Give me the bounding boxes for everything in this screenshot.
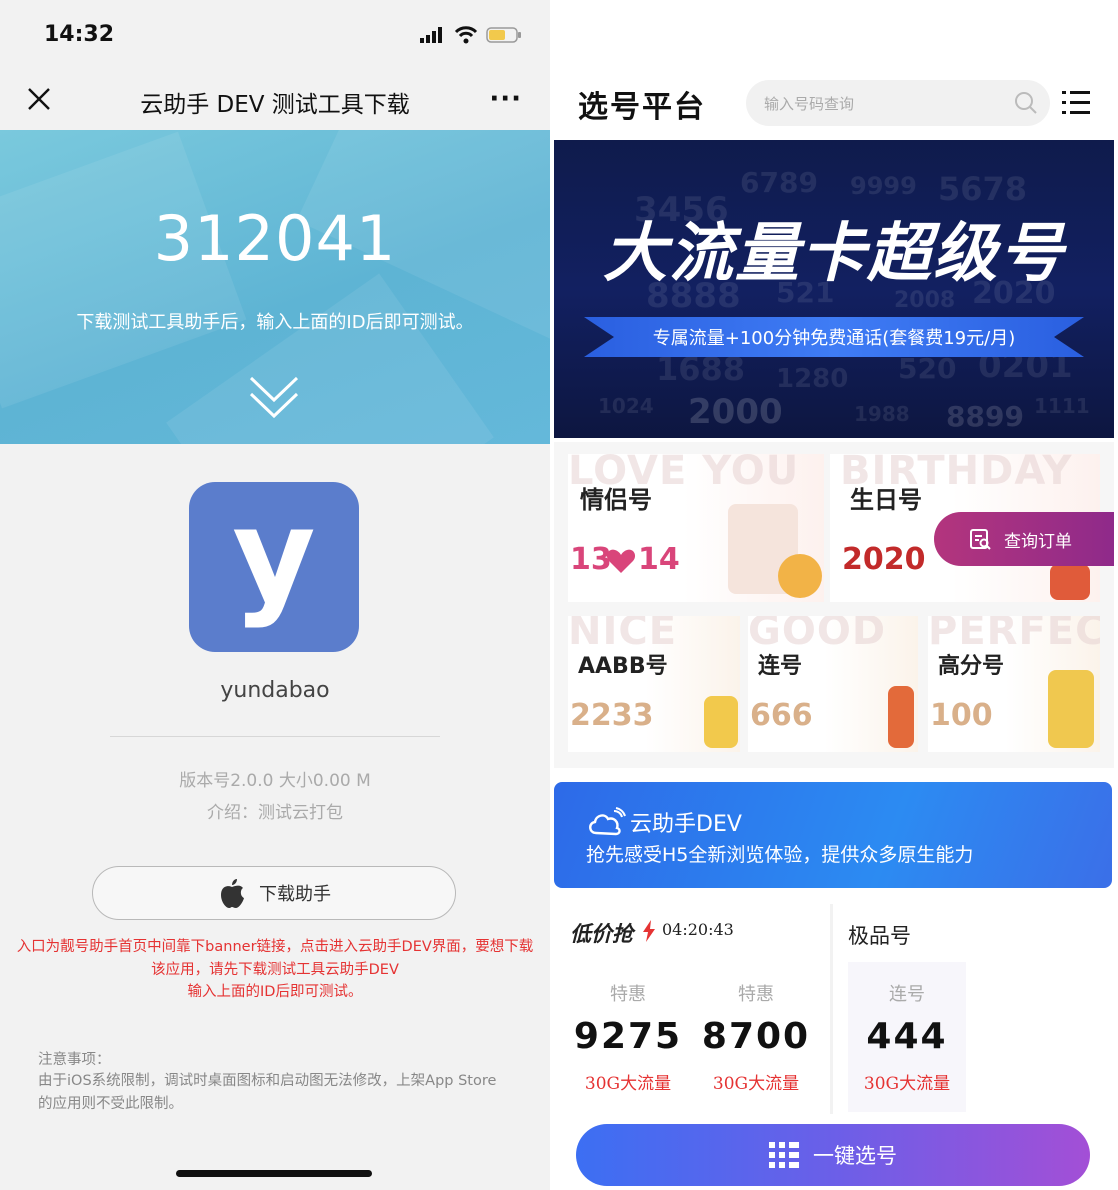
- card-illustration: [1050, 564, 1090, 600]
- apple-icon: [221, 879, 244, 908]
- card-illustration: [704, 696, 738, 748]
- notice-title: 注意事项：: [38, 1052, 111, 1068]
- banner-bg-number: 1024: [598, 394, 654, 418]
- promo-banner[interactable]: 6789 9999 5678 3456 8888 521 2008 2020 1…: [554, 140, 1114, 438]
- page-title: 云助手 DEV 测试工具下载: [140, 92, 410, 118]
- banner-bg-number: 2000: [688, 392, 783, 432]
- low-price-title: 低价抢: [570, 922, 633, 946]
- app-icon: y: [189, 482, 359, 652]
- deal-tag: 特惠: [610, 984, 646, 1005]
- deals-section: 低价抢 04:20:43 特惠 9275 30G大流量 特惠 8700 30G大…: [554, 900, 1114, 1120]
- entry-instructions-line: 入口为靓号助手首页中间靠下banner链接，点击进入云助手DEV界面，要想下载: [16, 939, 534, 955]
- card-title: AABB号: [578, 654, 668, 679]
- promo-subtitle: 抢先感受H5全新浏览体验，提供众多原生能力: [586, 844, 974, 866]
- banner-bg-number: 8899: [946, 400, 1024, 433]
- divider: [110, 736, 440, 737]
- entry-instructions: 入口为靓号助手首页中间靠下banner链接，点击进入云助手DEV界面，要想下载 …: [0, 936, 550, 1004]
- card-title: 情侣号: [580, 486, 652, 514]
- one-click-select-button[interactable]: 一键选号: [576, 1124, 1090, 1186]
- order-icon: [970, 529, 991, 550]
- deal-tag: 特惠: [738, 984, 774, 1005]
- card-illustration: [1048, 670, 1094, 748]
- banner-bg-number: 6789: [740, 166, 818, 199]
- more-icon[interactable]: ···: [489, 84, 522, 114]
- app-name: yundabao: [220, 678, 330, 703]
- banner-bg-number: 1111: [1034, 394, 1090, 418]
- menu-icon[interactable]: [1062, 88, 1090, 118]
- search-input[interactable]: 输入号码查询: [746, 80, 1050, 126]
- screenshot-composite: 14:32 云助手 DEV 测试工具下载 ··· 312041 下载测试工具助手…: [0, 0, 1118, 1190]
- signal-icon: [420, 27, 442, 43]
- hero-banner: 312041 下载测试工具助手后，输入上面的ID后即可测试。: [0, 130, 550, 444]
- search-icon[interactable]: [1014, 91, 1038, 115]
- deal-note: 30G大流量: [863, 1074, 951, 1094]
- yunzhushou-banner[interactable]: 云助手DEV 抢先感受H5全新浏览体验，提供众多原生能力: [554, 782, 1112, 888]
- card-value: 2233: [570, 698, 654, 733]
- home-indicator: [176, 1170, 372, 1177]
- deal-number: 444: [866, 1016, 948, 1057]
- deal-note: 30G大流量: [712, 1074, 800, 1094]
- category-card-aabb[interactable]: NICE AABB号 2233: [568, 616, 740, 752]
- status-icons: [420, 26, 522, 44]
- card-illustration: [778, 554, 822, 598]
- hero-hint: 下载测试工具助手后，输入上面的ID后即可测试。: [76, 312, 474, 333]
- banner-title: 大流量卡超级号: [603, 217, 1065, 291]
- entry-instructions-line: 输入上面的ID后即可测试。: [187, 984, 363, 1000]
- card-title: 连号: [758, 654, 803, 679]
- wifi-icon: [454, 26, 478, 44]
- number-select-page: 选号平台 输入号码查询 6789 9999 5678 3456 8888 521…: [554, 0, 1114, 1190]
- cloud-icon: [589, 807, 626, 836]
- category-card-consecutive[interactable]: GOOD 连号 666: [748, 616, 918, 752]
- search-placeholder: 输入号码查询: [764, 95, 855, 113]
- query-order-label: 查询订单: [1004, 531, 1072, 552]
- one-click-select-label: 一键选号: [813, 1144, 897, 1168]
- promo-brand-label: 云助手DEV: [630, 812, 742, 837]
- premium-item[interactable]: 连号 444 30G大流量: [847, 980, 967, 1094]
- header: 选号平台 输入号码查询: [554, 70, 1114, 136]
- card-title: 高分号: [938, 654, 1005, 679]
- deals-divider: [830, 904, 833, 1114]
- download-button-label: 下载助手: [259, 884, 331, 905]
- countdown-timer: 04:20:43: [662, 920, 734, 939]
- download-page: 14:32 云助手 DEV 测试工具下载 ··· 312041 下载测试工具助手…: [0, 0, 550, 1190]
- status-time: 14:32: [44, 22, 115, 47]
- deal-item[interactable]: 特惠 9275 30G大流量: [568, 980, 688, 1094]
- card-title: 生日号: [850, 486, 922, 514]
- grid-icon: [769, 1142, 799, 1168]
- card-illustration: [888, 686, 914, 748]
- category-card-high-score[interactable]: PERFECT 高分号 100: [928, 616, 1100, 752]
- chevron-down-icon: [249, 376, 299, 419]
- deal-tag: 连号: [889, 984, 925, 1005]
- heart-icon: [606, 549, 636, 573]
- nav-bar: 云助手 DEV 测试工具下载 ···: [0, 70, 550, 130]
- platform-title: 选号平台: [578, 90, 706, 125]
- deal-item[interactable]: 特惠 8700 30G大流量: [696, 980, 816, 1094]
- category-grid: LOVE YOU 情侣号 13 14 BIRTHDAY 生日号 2020 NIC…: [554, 442, 1114, 768]
- entry-instructions-line: 该应用，请先下载测试工具云助手DEV: [151, 961, 399, 978]
- battery-icon: [486, 27, 521, 43]
- deal-number: 9275: [573, 1016, 683, 1057]
- version-info: 版本号2.0.0 大小0.00 M: [179, 771, 371, 791]
- banner-ribbon-text: 专属流量+100分钟免费通话(套餐费19元/月): [652, 328, 1016, 349]
- status-bar: 14:32: [0, 0, 550, 70]
- notice-body: 由于iOS系统限制，调试时桌面图标和启动图无法修改，上架App Store的应用…: [38, 1073, 497, 1112]
- card-value-b: 14: [638, 542, 680, 577]
- card-value: 2020: [842, 542, 926, 577]
- download-button[interactable]: 下载助手: [92, 866, 456, 920]
- lightning-icon: [643, 920, 655, 942]
- card-value: 666: [750, 698, 813, 733]
- query-order-button[interactable]: 查询订单: [934, 512, 1114, 566]
- banner-bg-number: 9999: [850, 172, 917, 200]
- app-intro: 介绍：测试云打包: [207, 803, 343, 823]
- category-card-couple[interactable]: LOVE YOU 情侣号 13 14: [568, 454, 824, 602]
- deal-note: 30G大流量: [584, 1074, 672, 1094]
- banner-bg-number: 1988: [854, 402, 910, 426]
- premium-title: 极品号: [848, 924, 911, 948]
- deal-number: 8700: [701, 1016, 811, 1057]
- card-value: 100: [930, 698, 993, 733]
- banner-bg-number: 1280: [776, 364, 849, 394]
- promo-brand: 云助手DEV: [586, 806, 742, 838]
- test-id: 312041: [153, 202, 397, 275]
